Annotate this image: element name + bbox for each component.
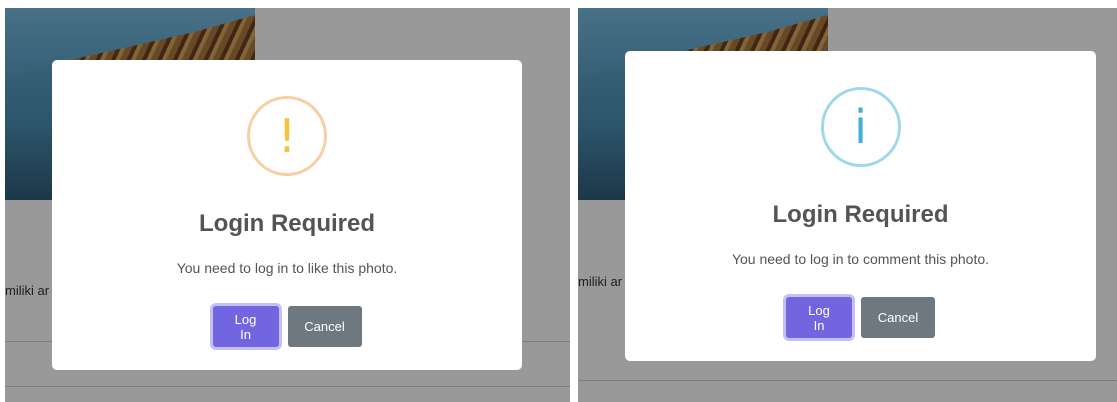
- right-screen: miliki ar i Login Required You need to l…: [578, 8, 1117, 402]
- left-screen: miliki ar ! Login Required You need to l…: [5, 8, 570, 402]
- info-icon: i: [820, 87, 901, 167]
- log-in-button[interactable]: Log In: [212, 306, 279, 347]
- dialog-actions: Log In Cancel: [625, 297, 1096, 338]
- dialog-title: Login Required: [199, 210, 375, 237]
- log-in-button[interactable]: Log In: [786, 297, 852, 338]
- info-glyph: i: [854, 100, 867, 154]
- login-required-dialog: ! Login Required You need to log in to l…: [52, 60, 522, 370]
- login-required-dialog: i Login Required You need to log in to c…: [625, 51, 1096, 361]
- screenshot-stage: miliki ar ! Login Required You need to l…: [0, 0, 1117, 402]
- cancel-button[interactable]: Cancel: [287, 306, 362, 347]
- dialog-message: You need to log in to like this photo.: [176, 260, 398, 276]
- exclamation-glyph: !: [277, 109, 297, 163]
- dialog-actions: Log In Cancel: [52, 306, 522, 347]
- warning-icon: !: [247, 96, 327, 176]
- cancel-button[interactable]: Cancel: [861, 297, 935, 338]
- dialog-title: Login Required: [772, 201, 949, 228]
- dialog-message: You need to log in to comment this photo…: [731, 251, 990, 267]
